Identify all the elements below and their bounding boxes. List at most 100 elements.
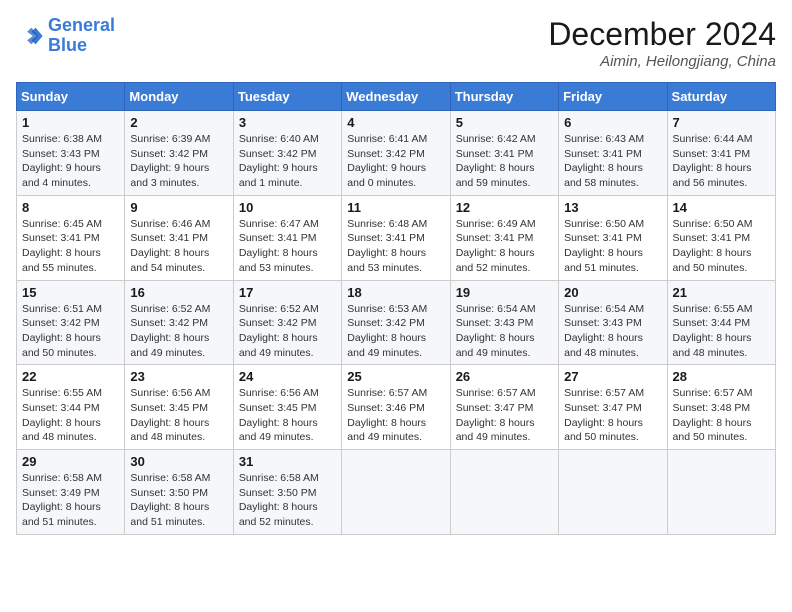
- calendar-cell: 21 Sunrise: 6:55 AMSunset: 3:44 PMDayligh…: [667, 280, 775, 365]
- day-number: 9: [130, 200, 227, 215]
- calendar-cell: 8 Sunrise: 6:45 AMSunset: 3:41 PMDaylight…: [17, 195, 125, 280]
- logo-general: General: [48, 15, 115, 35]
- day-number: 5: [456, 115, 553, 130]
- day-info: Sunrise: 6:52 AMSunset: 3:42 PMDaylight:…: [239, 302, 336, 361]
- day-info: Sunrise: 6:50 AMSunset: 3:41 PMDaylight:…: [564, 217, 661, 276]
- weekday-header: Monday: [125, 83, 233, 111]
- day-info: Sunrise: 6:45 AMSunset: 3:41 PMDaylight:…: [22, 217, 119, 276]
- calendar-cell: 3 Sunrise: 6:40 AMSunset: 3:42 PMDaylight…: [233, 111, 341, 196]
- day-number: 14: [673, 200, 770, 215]
- day-number: 17: [239, 285, 336, 300]
- day-info: Sunrise: 6:51 AMSunset: 3:42 PMDaylight:…: [22, 302, 119, 361]
- day-info: Sunrise: 6:55 AMSunset: 3:44 PMDaylight:…: [22, 386, 119, 445]
- day-info: Sunrise: 6:57 AMSunset: 3:47 PMDaylight:…: [564, 386, 661, 445]
- day-number: 21: [673, 285, 770, 300]
- calendar-week-row: 22 Sunrise: 6:55 AMSunset: 3:44 PMDayligh…: [17, 365, 776, 450]
- calendar-cell: 19Sunrise: 6:54 AMSunset: 3:43 PMDayligh…: [450, 280, 558, 365]
- calendar-cell: 23Sunrise: 6:56 AMSunset: 3:45 PMDayligh…: [125, 365, 233, 450]
- day-info: Sunrise: 6:54 AMSunset: 3:43 PMDaylight:…: [564, 302, 661, 361]
- weekday-header: Sunday: [17, 83, 125, 111]
- day-number: 12: [456, 200, 553, 215]
- title-block: December 2024 Aimin, Heilongjiang, China: [548, 16, 776, 70]
- day-info: Sunrise: 6:46 AMSunset: 3:41 PMDaylight:…: [130, 217, 227, 276]
- day-info: Sunrise: 6:56 AMSunset: 3:45 PMDaylight:…: [239, 386, 336, 445]
- calendar-cell: 14 Sunrise: 6:50 AMSunset: 3:41 PMDayligh…: [667, 195, 775, 280]
- weekday-header: Thursday: [450, 83, 558, 111]
- weekday-header: Saturday: [667, 83, 775, 111]
- day-number: 4: [347, 115, 444, 130]
- calendar-cell: 12 Sunrise: 6:49 AMSunset: 3:41 PMDayligh…: [450, 195, 558, 280]
- calendar-cell: 13 Sunrise: 6:50 AMSunset: 3:41 PMDayligh…: [559, 195, 667, 280]
- day-number: 26: [456, 369, 553, 384]
- day-info: Sunrise: 6:43 AMSunset: 3:41 PMDaylight:…: [564, 132, 661, 191]
- calendar-cell: 25 Sunrise: 6:57 AMSunset: 3:46 PMDayligh…: [342, 365, 450, 450]
- day-info: Sunrise: 6:42 AMSunset: 3:41 PMDaylight:…: [456, 132, 553, 191]
- day-info: Sunrise: 6:57 AMSunset: 3:46 PMDaylight:…: [347, 386, 444, 445]
- day-number: 13: [564, 200, 661, 215]
- calendar-cell: 6 Sunrise: 6:43 AMSunset: 3:41 PMDaylight…: [559, 111, 667, 196]
- calendar-week-row: 8 Sunrise: 6:45 AMSunset: 3:41 PMDaylight…: [17, 195, 776, 280]
- day-number: 10: [239, 200, 336, 215]
- day-number: 11: [347, 200, 444, 215]
- day-info: Sunrise: 6:49 AMSunset: 3:41 PMDaylight:…: [456, 217, 553, 276]
- weekday-header: Tuesday: [233, 83, 341, 111]
- calendar-cell: 9 Sunrise: 6:46 AMSunset: 3:41 PMDaylight…: [125, 195, 233, 280]
- day-number: 25: [347, 369, 444, 384]
- day-info: Sunrise: 6:41 AMSunset: 3:42 PMDaylight:…: [347, 132, 444, 191]
- day-info: Sunrise: 6:38 AMSunset: 3:43 PMDaylight:…: [22, 132, 119, 191]
- calendar-cell: 10 Sunrise: 6:47 AMSunset: 3:41 PMDayligh…: [233, 195, 341, 280]
- calendar-cell: 26 Sunrise: 6:57 AMSunset: 3:47 PMDayligh…: [450, 365, 558, 450]
- day-info: Sunrise: 6:40 AMSunset: 3:42 PMDaylight:…: [239, 132, 336, 191]
- day-number: 30: [130, 454, 227, 469]
- calendar-cell: 11 Sunrise: 6:48 AMSunset: 3:41 PMDayligh…: [342, 195, 450, 280]
- day-number: 31: [239, 454, 336, 469]
- day-info: Sunrise: 6:48 AMSunset: 3:41 PMDaylight:…: [347, 217, 444, 276]
- day-info: Sunrise: 6:44 AMSunset: 3:41 PMDaylight:…: [673, 132, 770, 191]
- day-number: 2: [130, 115, 227, 130]
- day-number: 20: [564, 285, 661, 300]
- calendar-cell: 30 Sunrise: 6:58 AMSunset: 3:50 PMDayligh…: [125, 450, 233, 535]
- location: Aimin, Heilongjiang, China: [548, 53, 776, 70]
- calendar-cell: 18 Sunrise: 6:53 AMSunset: 3:42 PMDayligh…: [342, 280, 450, 365]
- day-info: Sunrise: 6:50 AMSunset: 3:41 PMDaylight:…: [673, 217, 770, 276]
- day-info: Sunrise: 6:58 AMSunset: 3:50 PMDaylight:…: [130, 471, 227, 530]
- calendar-cell: 27 Sunrise: 6:57 AMSunset: 3:47 PMDayligh…: [559, 365, 667, 450]
- day-info: Sunrise: 6:47 AMSunset: 3:41 PMDaylight:…: [239, 217, 336, 276]
- calendar-cell: 29Sunrise: 6:58 AMSunset: 3:49 PMDayligh…: [17, 450, 125, 535]
- calendar-cell: [667, 450, 775, 535]
- logo-text: General Blue: [48, 16, 115, 56]
- day-info: Sunrise: 6:56 AMSunset: 3:45 PMDaylight:…: [130, 386, 227, 445]
- day-number: 27: [564, 369, 661, 384]
- calendar-cell: 28Sunrise: 6:57 AMSunset: 3:48 PMDayligh…: [667, 365, 775, 450]
- day-info: Sunrise: 6:52 AMSunset: 3:42 PMDaylight:…: [130, 302, 227, 361]
- day-info: Sunrise: 6:39 AMSunset: 3:42 PMDaylight:…: [130, 132, 227, 191]
- day-info: Sunrise: 6:53 AMSunset: 3:42 PMDaylight:…: [347, 302, 444, 361]
- calendar-cell: 7 Sunrise: 6:44 AMSunset: 3:41 PMDaylight…: [667, 111, 775, 196]
- day-number: 6: [564, 115, 661, 130]
- calendar-header-row: SundayMondayTuesdayWednesdayThursdayFrid…: [17, 83, 776, 111]
- day-number: 24: [239, 369, 336, 384]
- weekday-header: Friday: [559, 83, 667, 111]
- calendar-cell: 5 Sunrise: 6:42 AMSunset: 3:41 PMDaylight…: [450, 111, 558, 196]
- calendar-cell: 17 Sunrise: 6:52 AMSunset: 3:42 PMDayligh…: [233, 280, 341, 365]
- day-number: 7: [673, 115, 770, 130]
- calendar-cell: 1 Sunrise: 6:38 AMSunset: 3:43 PMDaylight…: [17, 111, 125, 196]
- day-number: 3: [239, 115, 336, 130]
- day-info: Sunrise: 6:57 AMSunset: 3:47 PMDaylight:…: [456, 386, 553, 445]
- calendar-cell: 22 Sunrise: 6:55 AMSunset: 3:44 PMDayligh…: [17, 365, 125, 450]
- day-number: 8: [22, 200, 119, 215]
- weekday-header: Wednesday: [342, 83, 450, 111]
- day-number: 1: [22, 115, 119, 130]
- day-info: Sunrise: 6:58 AMSunset: 3:50 PMDaylight:…: [239, 471, 336, 530]
- calendar-week-row: 1 Sunrise: 6:38 AMSunset: 3:43 PMDaylight…: [17, 111, 776, 196]
- day-number: 22: [22, 369, 119, 384]
- day-number: 16: [130, 285, 227, 300]
- month-title: December 2024: [548, 16, 776, 53]
- page-header: General Blue December 2024 Aimin, Heilon…: [16, 16, 776, 70]
- calendar-cell: 20 Sunrise: 6:54 AMSunset: 3:43 PMDayligh…: [559, 280, 667, 365]
- day-number: 18: [347, 285, 444, 300]
- day-info: Sunrise: 6:55 AMSunset: 3:44 PMDaylight:…: [673, 302, 770, 361]
- day-number: 28: [673, 369, 770, 384]
- day-info: Sunrise: 6:54 AMSunset: 3:43 PMDaylight:…: [456, 302, 553, 361]
- calendar-cell: 2 Sunrise: 6:39 AMSunset: 3:42 PMDaylight…: [125, 111, 233, 196]
